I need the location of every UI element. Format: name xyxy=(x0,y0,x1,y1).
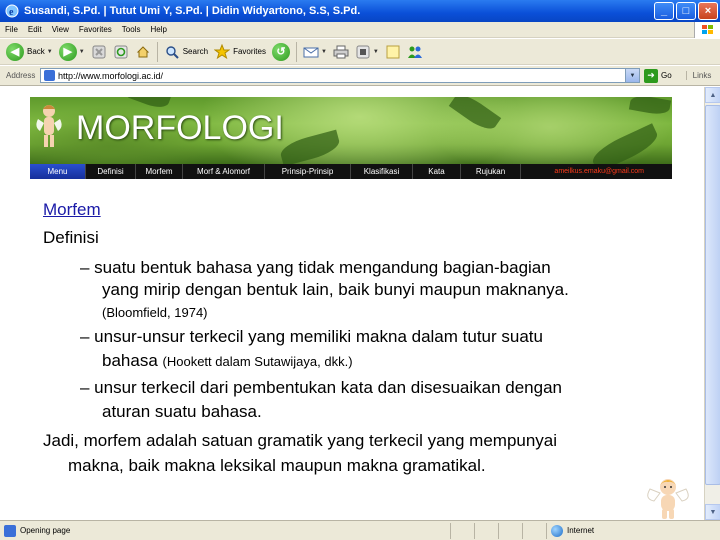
status-bar: Opening page Internet xyxy=(0,520,720,540)
status-cell xyxy=(498,522,522,539)
refresh-button[interactable] xyxy=(113,41,129,63)
refresh-icon xyxy=(113,44,129,60)
stop-button[interactable] xyxy=(91,41,107,63)
search-label: Search xyxy=(182,47,209,56)
edit-icon xyxy=(355,44,371,60)
back-label: Back xyxy=(27,47,45,56)
address-dropdown-button[interactable]: ▼ xyxy=(625,69,639,82)
back-button[interactable]: ◀ Back ▼ xyxy=(6,41,53,63)
ie-logo-icon: e xyxy=(4,3,20,19)
windows-flag-icon xyxy=(694,21,720,38)
menu-tools[interactable]: Tools xyxy=(117,25,146,34)
window-titlebar: e Susandi, S.Pd. | Tutut Umi Y, S.Pd. | … xyxy=(0,0,720,22)
bullet2-line2: bahasa (Hookett dalam Sutawijaya, dkk.) xyxy=(102,350,353,373)
search-icon xyxy=(164,44,180,60)
favorites-label: Favorites xyxy=(233,47,266,56)
favorites-button[interactable]: Favorites xyxy=(214,41,266,63)
bullet1-citation: (Bloomfield, 1974) xyxy=(102,305,208,320)
home-icon xyxy=(135,44,151,60)
page-icon xyxy=(44,70,55,81)
history-icon: ↺ xyxy=(271,42,290,61)
maximize-button[interactable]: □ xyxy=(676,2,696,20)
scroll-down-button[interactable]: ▼ xyxy=(705,504,720,520)
chevron-down-icon: ▼ xyxy=(78,48,85,55)
svg-text:e: e xyxy=(9,7,14,18)
printer-icon xyxy=(333,44,349,60)
mail-icon xyxy=(303,44,319,60)
status-cell xyxy=(450,522,474,539)
links-button[interactable]: Links xyxy=(685,71,711,80)
toolbar: ◀ Back ▼ ▶ ▼ Search Favorites ↺ ▼ ▼ xyxy=(0,39,720,65)
search-button[interactable]: Search xyxy=(164,41,208,63)
messenger-icon xyxy=(407,44,423,60)
address-url: http://www.morfologi.ac.id/ xyxy=(58,70,164,81)
back-arrow-icon: ◀ xyxy=(6,42,24,61)
edit-button[interactable]: ▼ xyxy=(355,41,379,63)
bullet1-line2: yang mirip dengan bentuk lain, baik buny… xyxy=(102,280,569,299)
chevron-down-icon: ▼ xyxy=(372,48,379,55)
history-button[interactable]: ↺ xyxy=(271,41,290,63)
status-text: Opening page xyxy=(20,526,71,535)
menu-help[interactable]: Help xyxy=(145,25,171,34)
menu-file[interactable]: File xyxy=(0,25,23,34)
messenger-button[interactable] xyxy=(407,41,423,63)
mail-button[interactable]: ▼ xyxy=(303,41,327,63)
go-button[interactable]: ➜ Go xyxy=(644,68,672,83)
zone-label: Internet xyxy=(567,526,595,535)
close-button[interactable]: × xyxy=(698,2,718,20)
address-input[interactable]: http://www.morfologi.ac.id/ ▼ xyxy=(40,68,640,83)
definition-label: Definisi xyxy=(43,228,99,247)
forward-button[interactable]: ▶ ▼ xyxy=(58,41,85,63)
window-title: Susandi, S.Pd. | Tutut Umi Y, S.Pd. | Di… xyxy=(24,5,361,17)
toolbar-separator xyxy=(156,41,158,62)
bullet3-line2: aturan suatu bahasa. xyxy=(102,402,262,421)
address-bar: Address http://www.morfologi.ac.id/ ▼ ➜ … xyxy=(0,66,720,86)
vertical-scrollbar[interactable]: ▲ ▼ xyxy=(704,87,720,520)
bullet2-line1: – unsur-unsur terkecil yang memiliki mak… xyxy=(80,327,543,346)
go-label: Go xyxy=(661,71,672,80)
scroll-up-button[interactable]: ▲ xyxy=(705,87,720,103)
page-loading-icon xyxy=(4,524,16,537)
chevron-down-icon: ▼ xyxy=(46,48,53,55)
chevron-down-icon: ▼ xyxy=(320,48,327,55)
scroll-thumb[interactable] xyxy=(705,105,720,485)
status-cell xyxy=(522,522,546,539)
menu-bar: File Edit View Favorites Tools Help xyxy=(0,21,720,38)
page-content: MORFOLOGI Menu Definisi Morfem Morf & Al… xyxy=(0,87,704,520)
menu-edit[interactable]: Edit xyxy=(23,25,47,34)
bullet2-citation: (Hookett dalam Sutawijaya, dkk.) xyxy=(162,354,353,369)
forward-arrow-icon: ▶ xyxy=(58,42,77,61)
bullet2-main-text: bahasa xyxy=(102,351,158,370)
toolbar-separator xyxy=(295,41,297,62)
conclusion-line2: makna, baik makna leksikal maupun makna … xyxy=(68,456,486,475)
conclusion-line1: Jadi, morfem adalah satuan gramatik yang… xyxy=(43,431,558,450)
cherub-icon xyxy=(647,479,689,519)
stop-icon xyxy=(91,44,107,60)
morfem-heading-link[interactable]: Morfem xyxy=(43,199,101,221)
discuss-button[interactable] xyxy=(385,41,401,63)
star-icon xyxy=(214,43,231,60)
menu-favorites[interactable]: Favorites xyxy=(74,25,117,34)
bullet1-line1: – suatu bentuk bahasa yang tidak mengand… xyxy=(80,258,551,277)
globe-icon xyxy=(551,524,563,537)
menu-view[interactable]: View xyxy=(47,25,74,34)
go-arrow-icon: ➜ xyxy=(644,68,658,83)
print-button[interactable] xyxy=(333,41,349,63)
minimize-button[interactable]: _ xyxy=(654,2,674,20)
status-cell xyxy=(474,522,498,539)
security-zone: Internet xyxy=(546,522,646,539)
home-button[interactable] xyxy=(135,41,151,63)
bullet3-line1: – unsur terkecil dari pembentukan kata d… xyxy=(80,378,562,397)
address-label: Address xyxy=(6,71,36,80)
note-icon xyxy=(385,44,401,60)
slide-body: Morfem Definisi – suatu bentuk bahasa ya… xyxy=(0,87,704,520)
